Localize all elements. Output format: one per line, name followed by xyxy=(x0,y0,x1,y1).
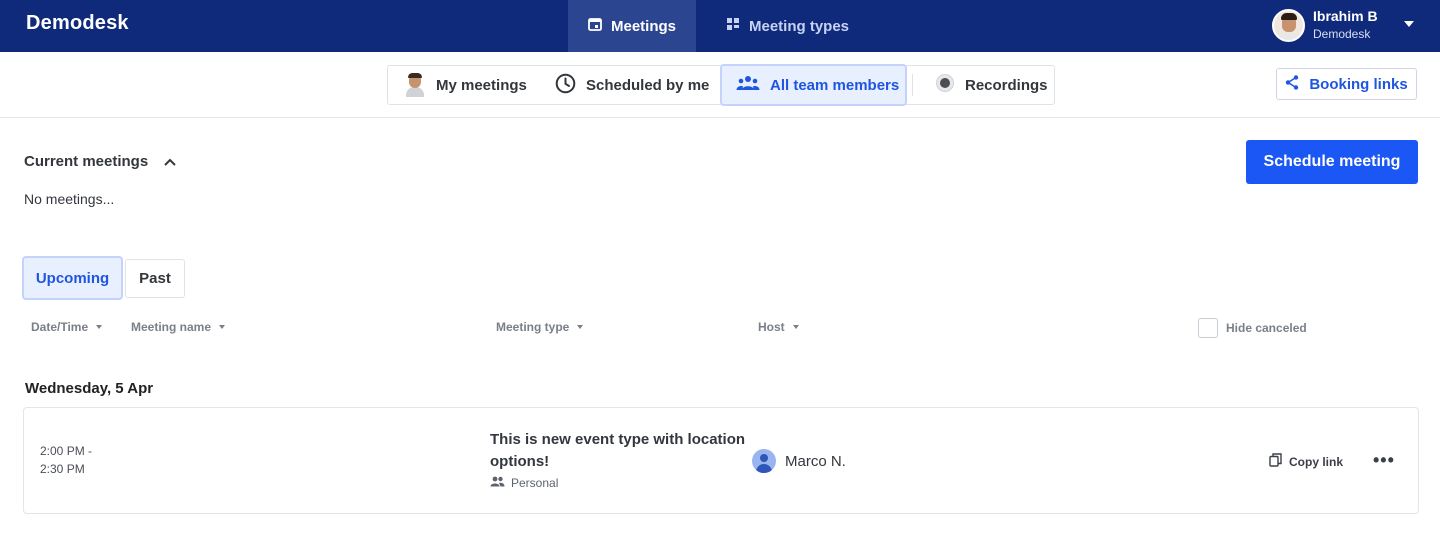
share-icon xyxy=(1285,74,1299,94)
user-avatar-icon xyxy=(404,73,426,97)
column-header-datetime[interactable]: Date/Time xyxy=(31,320,103,334)
nav-tab-meetings[interactable]: Meetings xyxy=(568,0,696,52)
chevron-up-icon xyxy=(164,153,176,170)
column-header-meeting-type[interactable]: Meeting type xyxy=(496,320,584,334)
more-options-icon[interactable]: ••• xyxy=(1373,450,1395,471)
top-navigation: Demodesk Meetings Meeting types Ibrahim … xyxy=(0,0,1440,52)
hide-canceled-label: Hide canceled xyxy=(1226,321,1307,335)
column-label: Meeting type xyxy=(496,320,570,334)
meeting-time-end: 2:30 PM xyxy=(40,462,85,476)
meeting-type-label: Personal xyxy=(511,476,559,490)
grid-icon xyxy=(726,17,740,35)
empty-state-text: No meetings... xyxy=(24,191,115,207)
column-header-meeting-name[interactable]: Meeting name xyxy=(131,320,226,334)
host-avatar-icon xyxy=(752,449,776,473)
meeting-time: 2:00 PM - 2:30 PM xyxy=(40,442,92,478)
meeting-filter-segment: My meetings Scheduled by me All team mem… xyxy=(387,64,1055,106)
nav-tab-label: Meetings xyxy=(610,17,676,35)
sort-caret-icon xyxy=(96,325,103,329)
current-meetings-toggle[interactable]: Current meetings xyxy=(24,153,176,170)
copy-icon xyxy=(1269,453,1282,470)
filter-all-team-members[interactable]: All team members xyxy=(720,64,907,106)
nav-tab-label: Meeting types xyxy=(749,17,850,35)
host-name: Marco N. xyxy=(785,452,846,470)
copy-link-button[interactable]: Copy link xyxy=(1269,453,1343,470)
meeting-card[interactable]: 2:00 PM - 2:30 PM This is new event type… xyxy=(23,407,1419,514)
filter-recordings[interactable]: Recordings xyxy=(935,65,1048,105)
filter-label: Recordings xyxy=(965,76,1048,94)
filter-label: Scheduled by me xyxy=(586,76,710,94)
meeting-name[interactable]: This is new event type with location opt… xyxy=(490,429,750,473)
user-avatar xyxy=(1272,8,1305,42)
chevron-down-icon[interactable] xyxy=(1404,21,1414,27)
column-label: Host xyxy=(758,320,785,334)
column-label: Meeting name xyxy=(131,320,212,334)
people-icon xyxy=(490,476,505,490)
filter-bar: My meetings Scheduled by me All team mem… xyxy=(0,52,1440,118)
current-meetings-title: Current meetings xyxy=(24,153,149,170)
record-icon xyxy=(935,73,955,97)
tab-upcoming[interactable]: Upcoming xyxy=(22,256,123,300)
column-label: Date/Time xyxy=(31,320,89,334)
schedule-meeting-button[interactable]: Schedule meeting xyxy=(1246,140,1418,184)
hide-canceled-checkbox[interactable] xyxy=(1198,318,1218,338)
filter-my-meetings[interactable]: My meetings xyxy=(404,65,527,105)
team-icon xyxy=(736,75,760,95)
filter-label: All team members xyxy=(770,76,900,94)
meeting-time-start: 2:00 PM - xyxy=(40,444,93,458)
sort-caret-icon xyxy=(219,325,226,329)
user-menu[interactable]: Ibrahim B Demodesk xyxy=(1272,8,1378,42)
column-header-host[interactable]: Host xyxy=(758,320,799,334)
copy-link-label: Copy link xyxy=(1289,454,1344,469)
calendar-icon xyxy=(588,17,602,35)
hide-canceled-toggle[interactable]: Hide canceled xyxy=(1198,318,1307,338)
demodesk-logo[interactable]: Demodesk xyxy=(26,12,129,35)
segment-divider xyxy=(912,74,913,96)
meeting-type: Personal xyxy=(490,476,558,490)
filter-scheduled-by-me[interactable]: Scheduled by me xyxy=(555,65,709,105)
sort-caret-icon xyxy=(577,325,584,329)
user-name: Ibrahim B xyxy=(1313,8,1378,24)
day-heading: Wednesday, 5 Apr xyxy=(25,380,154,397)
tab-past[interactable]: Past xyxy=(125,259,185,298)
meeting-host: Marco N. xyxy=(752,449,846,473)
booking-links-label: Booking links xyxy=(1309,75,1408,93)
sort-caret-icon xyxy=(792,325,799,329)
booking-links-button[interactable]: Booking links xyxy=(1276,68,1417,100)
clock-icon xyxy=(555,73,576,98)
filter-label: My meetings xyxy=(436,76,527,94)
nav-tab-meeting-types[interactable]: Meeting types xyxy=(712,0,862,52)
user-org: Demodesk xyxy=(1313,27,1371,41)
